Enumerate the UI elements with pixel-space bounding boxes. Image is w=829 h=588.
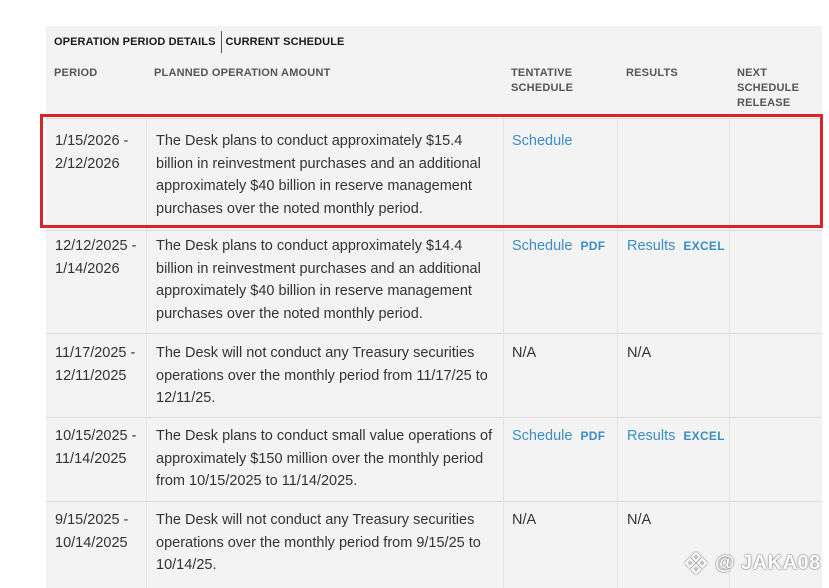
tab-operation-period-details[interactable]: OPERATION PERIOD DETAILS [50,31,222,53]
results-link[interactable]: Results [627,428,675,444]
amount-cell: The Desk will not conduct any Treasury s… [147,501,504,588]
results-excel-link[interactable]: EXCEL [683,239,725,253]
tab-current-schedule[interactable]: CURRENT SCHEDULE [222,31,349,53]
results-cell: Results EXCEL [618,229,730,333]
tab-bar: OPERATION PERIOD DETAILS CURRENT SCHEDUL… [50,31,348,53]
header-next-line: SCHEDULE [737,82,800,94]
next-release-cell [730,229,822,333]
schedule-link[interactable]: Schedule [512,133,572,149]
period-cell: 11/17/2025 - 12/11/2025 [46,333,147,417]
next-release-cell [730,119,822,230]
period-start: 12/12/2025 - [55,238,137,254]
schedule-cell: Schedule [504,119,618,230]
period-end: 10/14/2025 [55,534,128,551]
period-start: 9/15/2025 - [55,512,129,528]
amount-cell: The Desk plans to conduct small value op… [147,417,504,501]
period-end: 12/11/2025 [55,367,127,384]
period-end: 11/14/2025 [55,450,127,467]
schedule-link[interactable]: Schedule [512,428,572,444]
period-start: 10/15/2025 - [55,428,137,444]
header-tentative-line: TENTATIVE [511,67,573,79]
schedule-cell: N/A [504,333,618,417]
header-next-schedule-release: NEXT SCHEDULE RELEASE [737,66,799,111]
header-next-line: NEXT [737,67,768,79]
amount-cell: The Desk will not conduct any Treasury s… [147,333,504,417]
period-end: 2/12/2026 [55,155,120,172]
schedule-na: N/A [512,512,537,528]
table-row: 11/17/2025 - 12/11/2025 The Desk will no… [46,333,822,418]
binance-logo-icon [684,551,708,575]
period-start: 11/17/2025 - [55,345,136,361]
header-period: PERIOD [54,67,98,79]
schedule-cell: Schedule PDF [504,229,618,333]
results-excel-link[interactable]: EXCEL [683,429,725,443]
header-tentative-schedule: TENTATIVE SCHEDULE [511,66,573,96]
table-row: 12/12/2025 - 1/14/2026 The Desk plans to… [46,229,822,334]
period-start: 1/15/2026 - [55,133,129,149]
results-na: N/A [627,512,652,528]
schedule-pdf-link[interactable]: PDF [580,239,605,253]
results-cell: N/A [618,333,730,417]
period-end: 1/14/2026 [55,260,120,277]
next-release-cell [730,417,822,501]
results-cell: Results EXCEL [618,417,730,501]
amount-cell: The Desk plans to conduct approximately … [147,119,504,230]
table-row: 1/15/2026 - 2/12/2026 The Desk plans to … [46,118,822,231]
schedule-na: N/A [512,345,537,361]
schedule-link[interactable]: Schedule [512,238,572,254]
results-link[interactable]: Results [627,238,675,254]
schedule-cell: N/A [504,501,618,588]
period-cell: 9/15/2025 - 10/14/2025 [46,501,147,588]
period-cell: 1/15/2026 - 2/12/2026 [46,119,147,230]
watermark-text: @ JAKA08 [715,551,821,574]
period-cell: 10/15/2025 - 11/14/2025 [46,417,147,501]
period-cell: 12/12/2025 - 1/14/2026 [46,229,147,333]
results-na: N/A [627,345,652,361]
amount-cell: The Desk plans to conduct approximately … [147,229,504,333]
results-cell [618,119,730,230]
header-results: RESULTS [626,67,678,79]
table-row: 10/15/2025 - 11/14/2025 The Desk plans t… [46,417,822,502]
schedule-cell: Schedule PDF [504,417,618,501]
next-release-cell [730,333,822,417]
header-planned-amount: PLANNED OPERATION AMOUNT [154,67,331,79]
header-next-line: RELEASE [737,97,791,109]
schedule-pdf-link[interactable]: PDF [580,429,605,443]
watermark: @ JAKA08 [683,549,821,577]
header-tentative-line: SCHEDULE [511,82,574,94]
